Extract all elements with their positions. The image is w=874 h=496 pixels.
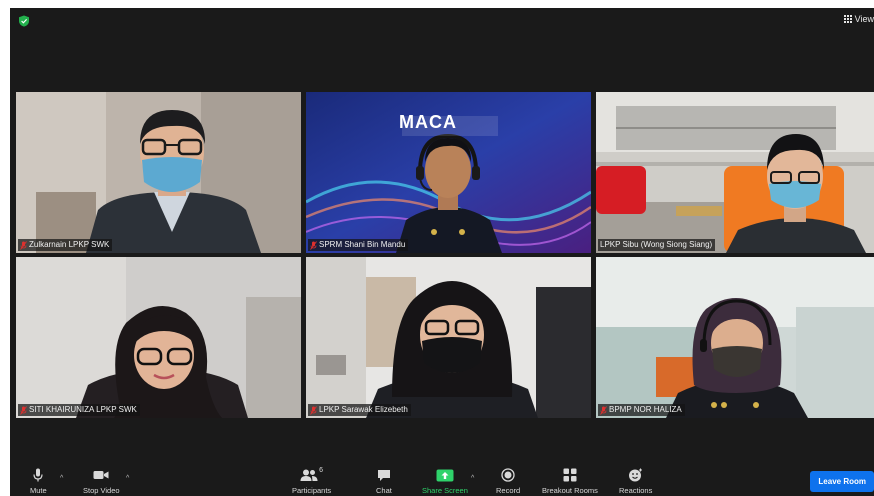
participants-button[interactable]: 6 Participants bbox=[292, 467, 331, 496]
video-tile-4[interactable]: SITI KHAIRUNIZA LPKP SWK bbox=[16, 257, 301, 418]
muted-mic-icon bbox=[600, 405, 607, 415]
participant-name-tag: SPRM Shani Bin Mandu bbox=[308, 239, 409, 251]
breakout-rooms-label: Breakout Rooms bbox=[542, 486, 598, 495]
participant-video-5 bbox=[306, 257, 591, 418]
video-tile-5[interactable]: LPKP Sarawak Elizebeth bbox=[306, 257, 591, 418]
zoom-meeting-window: View Zulkarnain LPKP SWK MACA SPRM Shani… bbox=[10, 8, 874, 496]
chat-label: Chat bbox=[376, 486, 392, 495]
video-tile-2[interactable]: MACA SPRM Shani Bin Mandu bbox=[306, 92, 591, 253]
participant-video-1 bbox=[16, 92, 301, 253]
stop-video-label: Stop Video bbox=[83, 486, 120, 495]
participant-name: LPKP Sibu (Wong Siong Siang) bbox=[600, 240, 713, 249]
reactions-smiley-icon bbox=[629, 468, 643, 482]
participant-name-tag: SITI KHAIRUNIZA LPKP SWK bbox=[18, 404, 140, 416]
grid-view-icon bbox=[843, 15, 852, 23]
participant-name-tag: BPMP NOR HALIZA bbox=[598, 404, 685, 416]
record-label: Record bbox=[496, 486, 521, 495]
mute-label: Mute bbox=[30, 486, 47, 495]
maca-banner-logo: MACA bbox=[399, 112, 457, 132]
participant-name: SPRM Shani Bin Mandu bbox=[319, 240, 406, 249]
share-screen-icon bbox=[436, 469, 454, 481]
participant-video-4 bbox=[16, 257, 301, 418]
chat-button[interactable]: Chat bbox=[376, 467, 392, 496]
chat-bubble-icon bbox=[377, 469, 390, 481]
reactions-label: Reactions bbox=[619, 486, 653, 495]
participant-video-6 bbox=[596, 257, 874, 418]
record-icon bbox=[501, 468, 515, 482]
mute-options-caret-icon[interactable]: ^ bbox=[60, 475, 63, 482]
video-options-caret-icon[interactable]: ^ bbox=[126, 475, 129, 482]
muted-mic-icon bbox=[20, 240, 27, 250]
security-shield-icon[interactable] bbox=[18, 15, 30, 27]
participant-name-tag: LPKP Sibu (Wong Siong Siang) bbox=[598, 239, 716, 251]
participants-icon bbox=[300, 469, 318, 481]
participants-label: Participants bbox=[292, 486, 332, 495]
muted-mic-icon bbox=[20, 405, 27, 415]
participant-count: 6 bbox=[319, 467, 324, 474]
video-camera-icon bbox=[93, 471, 109, 479]
stop-video-button[interactable]: Stop Video bbox=[83, 467, 120, 496]
muted-mic-icon bbox=[310, 240, 317, 250]
participant-name-tag: Zulkarnain LPKP SWK bbox=[18, 239, 113, 251]
leave-room-button[interactable]: Leave Room bbox=[810, 471, 874, 492]
video-tile-1[interactable]: Zulkarnain LPKP SWK bbox=[16, 92, 301, 253]
meeting-toolbar: Mute ^ Stop Video ^ 6 Participants Chat … bbox=[10, 466, 874, 496]
video-tile-3[interactable]: LPKP Sibu (Wong Siong Siang) bbox=[596, 92, 874, 253]
participant-video-3 bbox=[596, 92, 874, 253]
muted-mic-icon bbox=[310, 405, 317, 415]
view-button[interactable]: View bbox=[843, 14, 874, 24]
microphone-icon bbox=[33, 468, 43, 482]
video-tile-6[interactable]: BPMP NOR HALIZA bbox=[596, 257, 874, 418]
breakout-rooms-button[interactable]: Breakout Rooms bbox=[542, 467, 598, 496]
share-screen-button[interactable]: Share Screen bbox=[422, 467, 468, 496]
participant-name: Zulkarnain LPKP SWK bbox=[29, 240, 110, 249]
share-screen-label: Share Screen bbox=[422, 486, 468, 495]
reactions-button[interactable]: Reactions bbox=[619, 467, 652, 496]
view-label: View bbox=[854, 14, 874, 24]
share-options-caret-icon[interactable]: ^ bbox=[471, 475, 474, 482]
participant-name: SITI KHAIRUNIZA LPKP SWK bbox=[29, 405, 137, 414]
participant-name: LPKP Sarawak Elizebeth bbox=[319, 405, 408, 414]
record-button[interactable]: Record bbox=[496, 467, 520, 496]
participant-name: BPMP NOR HALIZA bbox=[609, 405, 682, 414]
participant-name-tag: LPKP Sarawak Elizebeth bbox=[308, 404, 411, 416]
mute-button[interactable]: Mute bbox=[30, 467, 47, 496]
breakout-rooms-icon bbox=[563, 468, 577, 482]
